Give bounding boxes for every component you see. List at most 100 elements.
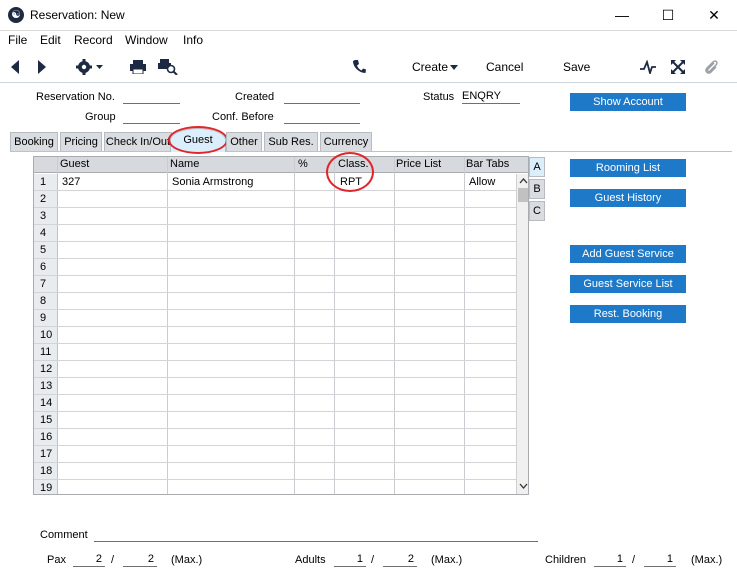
pax-label: Pax — [47, 554, 66, 566]
row-number: 16 — [34, 429, 58, 445]
menu-file[interactable]: File — [8, 33, 27, 47]
table-row[interactable]: 1 327 Sonia Armstrong RPT Allow — [34, 174, 516, 191]
pax-max-field[interactable]: 2 — [123, 553, 157, 567]
children-max-field[interactable]: 1 — [644, 553, 676, 567]
table-row[interactable]: 15 — [34, 412, 516, 429]
guest-history-button[interactable]: Guest History — [570, 189, 686, 207]
table-row[interactable]: 5 — [34, 242, 516, 259]
row-number: 3 — [34, 208, 58, 224]
table-row[interactable]: 2 — [34, 191, 516, 208]
grid-header: Guest Name % Class. Price List Bar Tabs — [34, 157, 528, 173]
tab-currency[interactable]: Currency — [320, 132, 372, 151]
row-number: 13 — [34, 378, 58, 394]
table-row[interactable]: 4 — [34, 225, 516, 242]
table-row[interactable]: 17 — [34, 446, 516, 463]
column-header-price-list[interactable]: Price List — [396, 158, 441, 170]
created-field[interactable] — [284, 90, 360, 104]
cell-name[interactable]: Sonia Armstrong — [172, 176, 253, 188]
table-row[interactable]: 11 — [34, 344, 516, 361]
row-number: 1 — [34, 174, 58, 190]
children-field[interactable]: 1 — [594, 553, 626, 567]
table-row[interactable]: 8 — [34, 293, 516, 310]
reservation-no-field[interactable] — [123, 90, 180, 104]
menu-info[interactable]: Info — [183, 33, 203, 47]
status-field[interactable]: ENQRY — [462, 90, 520, 104]
tab-booking[interactable]: Booking — [10, 132, 58, 151]
app-logo-icon: ☯ — [8, 7, 24, 23]
table-row[interactable]: 18 — [34, 463, 516, 480]
minimize-button[interactable]: — — [599, 0, 645, 31]
table-row[interactable]: 9 — [34, 310, 516, 327]
side-tab-c[interactable]: C — [529, 201, 545, 221]
tab-pricing[interactable]: Pricing — [60, 132, 102, 151]
maximize-button[interactable]: ☐ — [645, 0, 691, 31]
row-number: 2 — [34, 191, 58, 207]
row-number: 15 — [34, 412, 58, 428]
comment-label: Comment — [40, 529, 88, 541]
row-number: 18 — [34, 463, 58, 479]
column-header-guest[interactable]: Guest — [60, 158, 89, 170]
highlight-circle-class-column — [326, 152, 374, 192]
adults-max-field[interactable]: 2 — [383, 553, 417, 567]
create-button[interactable]: Create — [412, 60, 448, 74]
tab-check-in-out[interactable]: Check In/Out — [104, 132, 172, 151]
table-row[interactable]: 14 — [34, 395, 516, 412]
window-title: Reservation: New — [30, 8, 125, 22]
comment-field[interactable] — [94, 528, 538, 542]
side-tab-b[interactable]: B — [529, 179, 545, 199]
menu-bar: File Edit Record Window Info — [0, 31, 737, 51]
scroll-down-icon[interactable] — [519, 483, 528, 489]
attachment-icon[interactable] — [704, 58, 718, 76]
adults-field[interactable]: 1 — [334, 553, 366, 567]
rest-booking-button[interactable]: Rest. Booking — [570, 305, 686, 323]
conf-before-field[interactable] — [284, 110, 360, 124]
activity-icon[interactable] — [640, 60, 656, 74]
table-row[interactable]: 10 — [34, 327, 516, 344]
table-row[interactable]: 16 — [34, 429, 516, 446]
group-field[interactable] — [123, 110, 180, 124]
tab-other[interactable]: Other — [226, 132, 262, 151]
scrollbar-thumb[interactable] — [518, 188, 528, 202]
print-icon[interactable] — [130, 60, 146, 74]
table-row[interactable]: 12 — [34, 361, 516, 378]
scroll-up-icon[interactable] — [519, 178, 528, 184]
chevron-down-icon — [450, 65, 458, 70]
column-header-name[interactable]: Name — [170, 158, 199, 170]
next-record-icon[interactable] — [37, 60, 47, 74]
tab-strip-line — [10, 151, 732, 152]
adults-slash: / — [371, 554, 375, 566]
table-row[interactable]: 13 — [34, 378, 516, 395]
print-preview-icon[interactable] — [158, 59, 178, 75]
grid-scrollbar[interactable] — [516, 174, 528, 494]
table-row[interactable]: 6 — [34, 259, 516, 276]
close-button[interactable]: ✕ — [691, 0, 737, 31]
previous-record-icon[interactable] — [10, 60, 20, 74]
column-header-bar-tabs[interactable]: Bar Tabs — [466, 158, 509, 170]
phone-icon[interactable] — [352, 59, 366, 75]
guest-service-list-button[interactable]: Guest Service List — [570, 275, 686, 293]
tab-sub-res[interactable]: Sub Res. — [264, 132, 318, 151]
cell-guest[interactable]: 327 — [62, 176, 80, 188]
column-header-percent[interactable]: % — [298, 158, 308, 170]
save-button[interactable]: Save — [563, 60, 590, 74]
row-number: 10 — [34, 327, 58, 343]
highlight-circle-guest-tab — [168, 126, 228, 154]
rooming-list-button[interactable]: Rooming List — [570, 159, 686, 177]
menu-window[interactable]: Window — [125, 33, 168, 47]
side-tab-a[interactable]: A — [529, 157, 545, 177]
guest-grid: Guest Name % Class. Price List Bar Tabs … — [33, 156, 529, 495]
add-guest-service-button[interactable]: Add Guest Service — [570, 245, 686, 263]
menu-record[interactable]: Record — [74, 33, 113, 47]
row-number: 17 — [34, 446, 58, 462]
table-row[interactable]: 3 — [34, 208, 516, 225]
table-row[interactable]: 19 — [34, 480, 516, 494]
expand-icon[interactable] — [671, 60, 685, 74]
cancel-button[interactable]: Cancel — [486, 60, 523, 74]
table-row[interactable]: 7 — [34, 276, 516, 293]
row-number: 5 — [34, 242, 58, 258]
settings-gear-icon[interactable] — [76, 59, 104, 75]
show-account-button[interactable]: Show Account — [570, 93, 686, 111]
pax-field[interactable]: 2 — [73, 553, 105, 567]
menu-edit[interactable]: Edit — [40, 33, 61, 47]
cell-bar-tabs[interactable]: Allow — [469, 176, 495, 188]
